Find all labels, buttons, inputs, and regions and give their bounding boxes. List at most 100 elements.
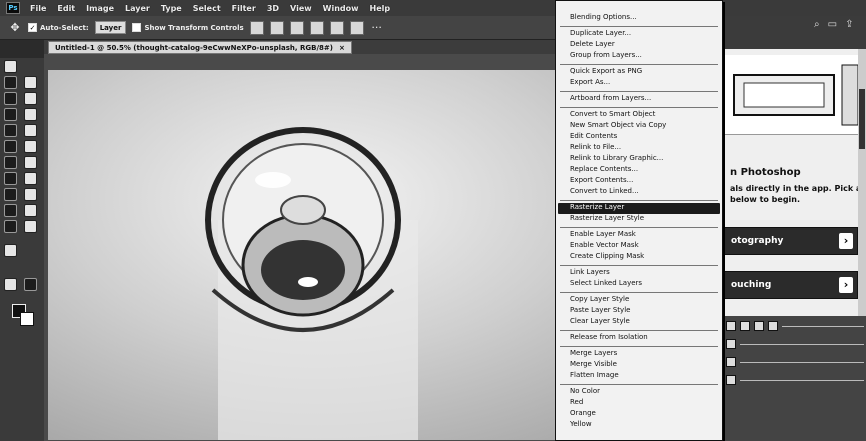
healing-tool-icon[interactable] [24,108,37,121]
quick-mask-icon[interactable] [4,278,17,291]
menu-item-edit-contents[interactable]: Edit Contents [556,132,722,143]
menu-item-enable-vector-mask[interactable]: Enable Vector Mask [556,241,722,252]
auto-select-checkbox[interactable]: ✓ Auto-Select: [28,23,89,32]
menu-item-create-clipping-mask[interactable]: Create Clipping Mask [556,252,722,263]
document-tab[interactable]: Untitled-1 @ 50.5% (thought-catalog-9eCw… [48,41,352,54]
menu-item-merge-layers[interactable]: Merge Layers [556,349,722,360]
zoom-tool-icon[interactable] [4,220,17,233]
menu-item-flatten-image[interactable]: Flatten Image [556,371,722,382]
eyedropper-tool-icon[interactable] [4,108,17,121]
lasso-tool-icon[interactable] [24,76,37,89]
menu-item-rasterize-layer-style[interactable]: Rasterize Layer Style [556,214,722,225]
menu-item-enable-layer-mask[interactable]: Enable Layer Mask [556,230,722,241]
lock-icon[interactable] [726,321,736,331]
menu-layer[interactable]: Layer [124,4,151,13]
menu-file[interactable]: File [29,4,47,13]
menu-item-delete-layer[interactable]: Delete Layer [556,40,722,51]
brush-lock-icon[interactable] [740,321,750,331]
edit-toolbar-icon[interactable] [4,244,17,257]
workspace-icon[interactable]: ▭ [828,19,837,30]
align-center-button[interactable] [269,20,284,35]
menu-select[interactable]: Select [192,4,222,13]
menu-help[interactable]: Help [369,4,392,13]
layer-row[interactable] [726,374,864,386]
menu-item-rasterize-layer[interactable]: Rasterize Layer [558,203,720,214]
align-bottom-button[interactable] [349,20,364,35]
pen-tool-icon[interactable] [24,172,37,185]
stamp-tool-icon[interactable] [24,124,37,137]
eye-icon[interactable] [726,339,736,349]
eye-icon[interactable] [726,357,736,367]
menu-item-link-layers[interactable]: Link Layers [556,268,722,279]
share-icon[interactable]: ⇪ [845,19,853,30]
align-right-button[interactable] [289,20,304,35]
menu-item-new-smart-object-via-copy[interactable]: New Smart Object via Copy [556,121,722,132]
align-top-button[interactable] [309,20,324,35]
menu-edit[interactable]: Edit [56,4,76,13]
menu-type[interactable]: Type [160,4,183,13]
align-middle-button[interactable] [329,20,344,35]
menu-item-relink-to-library-graphic[interactable]: Relink to Library Graphic... [556,154,722,165]
path-select-tool-icon[interactable] [24,188,37,201]
menu-item-yellow[interactable]: Yellow [556,420,722,431]
close-icon[interactable]: × [339,44,345,52]
menu-view[interactable]: View [289,4,313,13]
transform-controls-checkbox[interactable]: Show Transform Controls [132,23,244,32]
search-icon[interactable]: ⌕ [814,19,820,30]
history-brush-tool-icon[interactable] [4,140,17,153]
menu-item-red[interactable]: Red [556,398,722,409]
dodge-tool-icon[interactable] [4,172,17,185]
layer-row[interactable] [726,356,864,368]
menu-item-select-linked-layers[interactable]: Select Linked Layers [556,279,722,290]
menu-item-relink-to-file[interactable]: Relink to File... [556,143,722,154]
menu-item-duplicate-layer[interactable]: Duplicate Layer... [556,29,722,40]
screen-mode-icon[interactable] [24,278,37,291]
menu-item-export-as[interactable]: Export As... [556,78,722,89]
menu-filter[interactable]: Filter [231,4,257,13]
menu-item-artboard-from-layers[interactable]: Artboard from Layers... [556,94,722,105]
auto-select-target-dropdown[interactable]: Layer [94,21,127,34]
align-left-button[interactable] [249,20,264,35]
hand-tool-icon[interactable] [24,204,37,217]
move-icon[interactable]: ✥ [8,21,22,34]
menu-item-orange[interactable]: Orange [556,409,722,420]
menu-item-blending-options[interactable]: Blending Options... [556,13,722,24]
menu-item-convert-to-linked[interactable]: Convert to Linked... [556,187,722,198]
menu-item-clear-layer-style[interactable]: Clear Layer Style [556,317,722,328]
quick-select-tool-icon[interactable] [4,92,17,105]
learn-panel-scrollbar[interactable] [858,49,866,329]
marquee-tool-icon[interactable] [4,76,17,89]
menu-item-export-contents[interactable]: Export Contents... [556,176,722,187]
layer-row[interactable] [726,338,864,350]
menu-item-merge-visible[interactable]: Merge Visible [556,360,722,371]
menu-item-group-from-layers[interactable]: Group from Layers... [556,51,722,62]
more-tools-icon[interactable] [24,220,37,233]
checkbox-box: ✓ [28,23,37,32]
menu-item-convert-to-smart-object[interactable]: Convert to Smart Object [556,110,722,121]
menu-image[interactable]: Image [85,4,115,13]
eye-icon[interactable] [726,375,736,385]
menu-item-paste-layer-style[interactable]: Paste Layer Style [556,306,722,317]
menu-item-release-from-isolation[interactable]: Release from Isolation [556,333,722,344]
menu-item-quick-export-as-png[interactable]: Quick Export as PNG [556,67,722,78]
brush-tool-icon[interactable] [4,124,17,137]
shape-tool-icon[interactable] [4,204,17,217]
blur-tool-icon[interactable] [24,156,37,169]
move-lock-icon[interactable] [754,321,764,331]
learn-card-retouching[interactable]: ouching › [724,271,858,299]
menu-item-copy-layer-style[interactable]: Copy Layer Style [556,295,722,306]
learn-card-photography[interactable]: otography › [724,227,858,255]
scrollbar-thumb[interactable] [859,89,865,149]
type-tool-icon[interactable] [4,188,17,201]
gradient-tool-icon[interactable] [4,156,17,169]
crop-tool-icon[interactable] [24,92,37,105]
menu-item-no-color[interactable]: No Color [556,387,722,398]
menu-item-replace-contents[interactable]: Replace Contents... [556,165,722,176]
menu-window[interactable]: Window [322,4,360,13]
artboard-lock-icon[interactable] [768,321,778,331]
background-color-swatch[interactable] [20,312,34,326]
eraser-tool-icon[interactable] [24,140,37,153]
menu-3d[interactable]: 3D [266,4,280,13]
move-tool-icon[interactable] [4,60,17,73]
more-options-icon[interactable]: ··· [370,21,384,34]
